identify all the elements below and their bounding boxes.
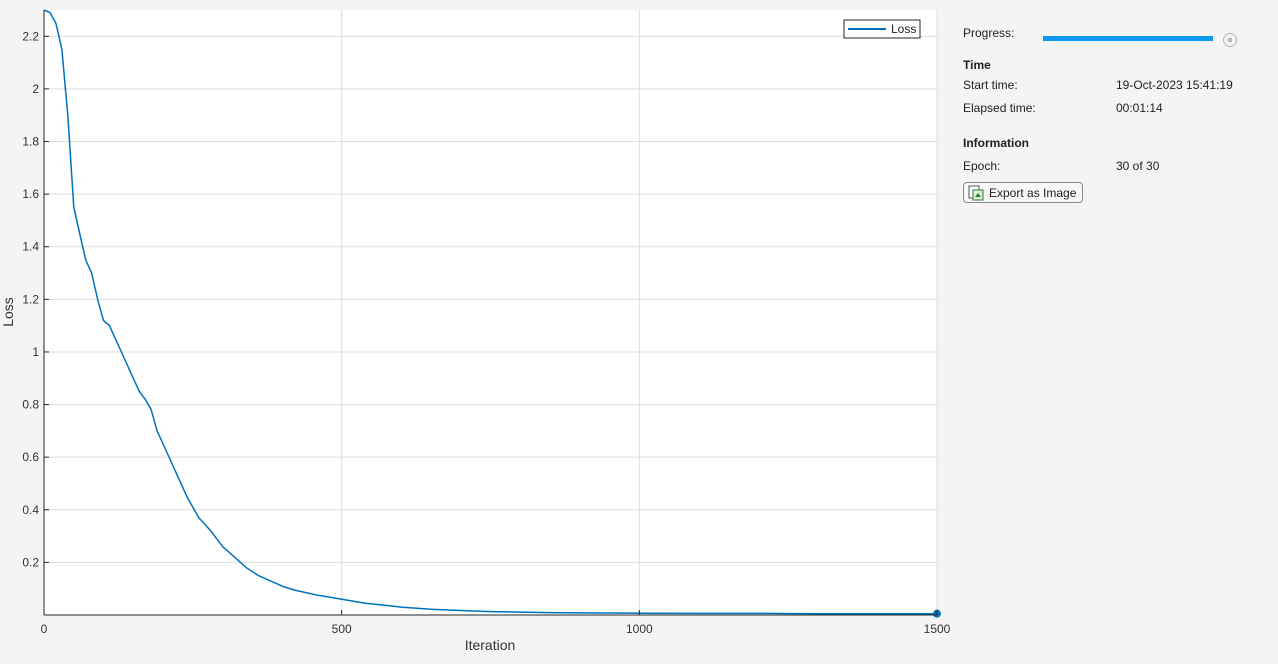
start-time-row: Start time: 19-Oct-2023 15:41:19 xyxy=(963,78,1263,96)
y-tick-label: 1.2 xyxy=(22,292,39,306)
y-tick-label: 0.6 xyxy=(22,450,39,464)
elapsed-time-label: Elapsed time: xyxy=(963,101,1036,115)
progress-label: Progress: xyxy=(963,26,1015,40)
chart-legend: Loss xyxy=(843,19,921,39)
x-tick-label: 1000 xyxy=(626,622,653,636)
loss-chart: 0 500 1000 1500 0.2 0.4 0.6 0.8 1 1.2 1.4 1.6 1.8 2 2.… xyxy=(0,9,951,653)
y-tick-label: 0.8 xyxy=(22,398,39,412)
legend-entry-label: Loss xyxy=(891,22,916,36)
y-tick-label: 2.2 xyxy=(22,29,39,43)
stop-button[interactable] xyxy=(1223,33,1237,47)
start-time-label: Start time: xyxy=(963,78,1018,92)
export-button-label: Export as Image xyxy=(989,185,1077,200)
y-axis-title: Loss xyxy=(0,297,16,327)
elapsed-time-value: 00:01:14 xyxy=(1116,101,1163,115)
epoch-label: Epoch: xyxy=(963,159,1001,173)
x-axis-title: Iteration xyxy=(465,637,516,653)
y-tick-label: 1.8 xyxy=(22,135,39,149)
progress-bar-fill xyxy=(1043,36,1213,41)
x-tick-label: 0 xyxy=(41,622,48,636)
epoch-row: Epoch: 30 of 30 xyxy=(963,159,1263,177)
time-heading: Time xyxy=(963,58,991,72)
start-time-value: 19-Oct-2023 15:41:19 xyxy=(1116,78,1233,92)
export-image-icon xyxy=(968,185,984,200)
y-tick-label: 1 xyxy=(32,345,39,359)
export-as-image-button[interactable]: Export as Image xyxy=(963,182,1084,203)
y-tick-label: 1.4 xyxy=(22,240,39,254)
y-tick-label: 0.2 xyxy=(22,555,39,569)
information-heading: Information xyxy=(963,136,1029,150)
elapsed-time-row: Elapsed time: 00:01:14 xyxy=(963,101,1263,119)
plot-area xyxy=(44,10,937,615)
x-tick-label: 500 xyxy=(332,622,352,636)
y-tick-label: 1.6 xyxy=(22,187,39,201)
progress-bar xyxy=(1043,36,1213,41)
x-tick-label: 1500 xyxy=(924,622,951,636)
progress-row: Progress: xyxy=(963,26,1263,47)
y-tick-label: 0.4 xyxy=(22,503,39,517)
stop-icon xyxy=(1228,38,1232,42)
epoch-value: 30 of 30 xyxy=(1116,159,1160,173)
y-tick-label: 2 xyxy=(32,82,39,96)
